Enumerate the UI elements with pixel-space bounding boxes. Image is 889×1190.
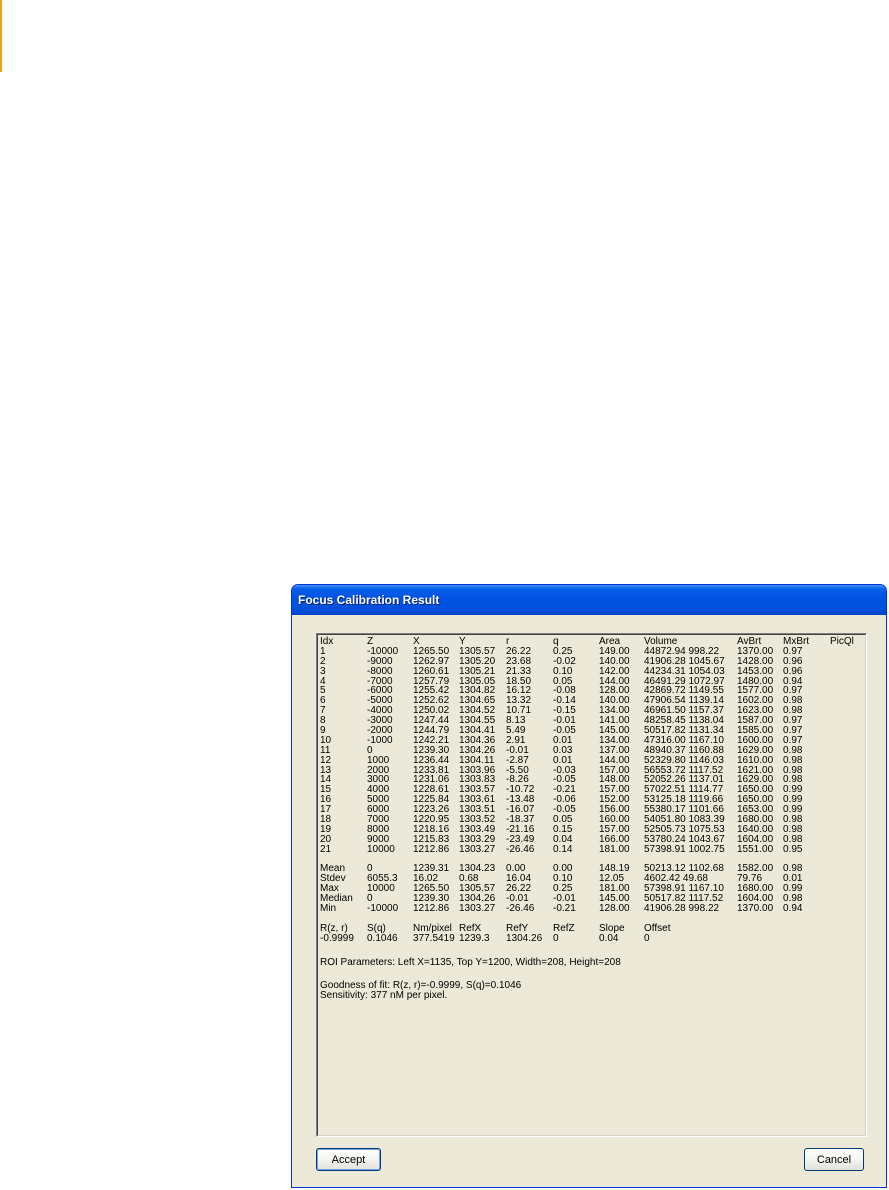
- params-values-row: -0.9999 0.1046 377.5419 1239.3 1304.26 0 0.04 0: [320, 932, 650, 944]
- stats-row: Min -10000 1212.86 1303.27 -26.46 -0.21 128.00…: [320, 903, 802, 915]
- table-cell: 21: [320, 843, 332, 855]
- roi-parameters-text: ROI Parameters: Left X=1135, Top Y=1200,…: [320, 956, 621, 968]
- table-cell: 0.95: [783, 843, 803, 855]
- table-cell: Min: [320, 903, 337, 915]
- dialog-titlebar[interactable]: Focus Calibration Result: [292, 585, 886, 615]
- orange-edge-mark: [0, 0, 2, 72]
- table-cell: 128.00: [599, 903, 630, 915]
- param-value: -0.9999: [320, 932, 354, 944]
- table-cell: -0.21: [553, 903, 576, 915]
- sensitivity-text: Sensitivity: 377 nM per pixel.: [320, 990, 448, 1002]
- table-cell: 1370.00: [737, 903, 774, 915]
- cancel-button[interactable]: Cancel: [804, 1148, 864, 1171]
- results-report-box: Idx Z X Yr q Area Volume AvBrt MxBrt PicQl 1 -1000…: [316, 633, 867, 1137]
- param-value: 377.5419: [413, 932, 455, 944]
- param-value: 1304.26: [506, 932, 543, 944]
- table-cell: 57398.91 1002.75: [644, 843, 725, 855]
- accept-button[interactable]: Accept: [316, 1148, 381, 1171]
- table-cell: -26.46: [506, 903, 535, 915]
- table-cell: -26.46: [506, 843, 535, 855]
- focus-calibration-dialog: Focus Calibration Result Idx Z X Yr q Area Vol…: [291, 584, 887, 1188]
- table-cell: 10000: [367, 843, 395, 855]
- table-cell: 0.14: [553, 843, 573, 855]
- param-value: 1239.3: [459, 932, 490, 944]
- table-cell: 0.94: [783, 903, 803, 915]
- table-cell: 1303.27: [459, 843, 496, 855]
- param-value: 0.04: [599, 932, 619, 944]
- table-cell: -10000: [367, 903, 399, 915]
- param-value: 0: [644, 932, 650, 944]
- table-cell: 181.00: [599, 843, 630, 855]
- table-cell: 1212.86: [413, 903, 450, 915]
- table-cell: 41906.28 998.22: [644, 903, 720, 915]
- results-table: Idx Z X Yr q Area Volume AvBrt MxBrt PicQl 1 -1000…: [320, 637, 854, 1002]
- dialog-title: Focus Calibration Result: [298, 593, 440, 607]
- table-cell: 1303.27: [459, 903, 496, 915]
- param-value: 0: [553, 932, 559, 944]
- table-row: 21 10000 1212.86 1303.27 -26.46 0.14 181.00 573…: [320, 843, 802, 855]
- table-cell: 1212.86: [413, 843, 450, 855]
- table-cell: 1551.00: [737, 843, 774, 855]
- dialog-client-area: Idx Z X Yr q Area Volume AvBrt MxBrt PicQl 1 -1000…: [296, 615, 882, 1183]
- table-header-cell: PicQl: [830, 636, 854, 647]
- param-value: 0.1046: [367, 932, 398, 944]
